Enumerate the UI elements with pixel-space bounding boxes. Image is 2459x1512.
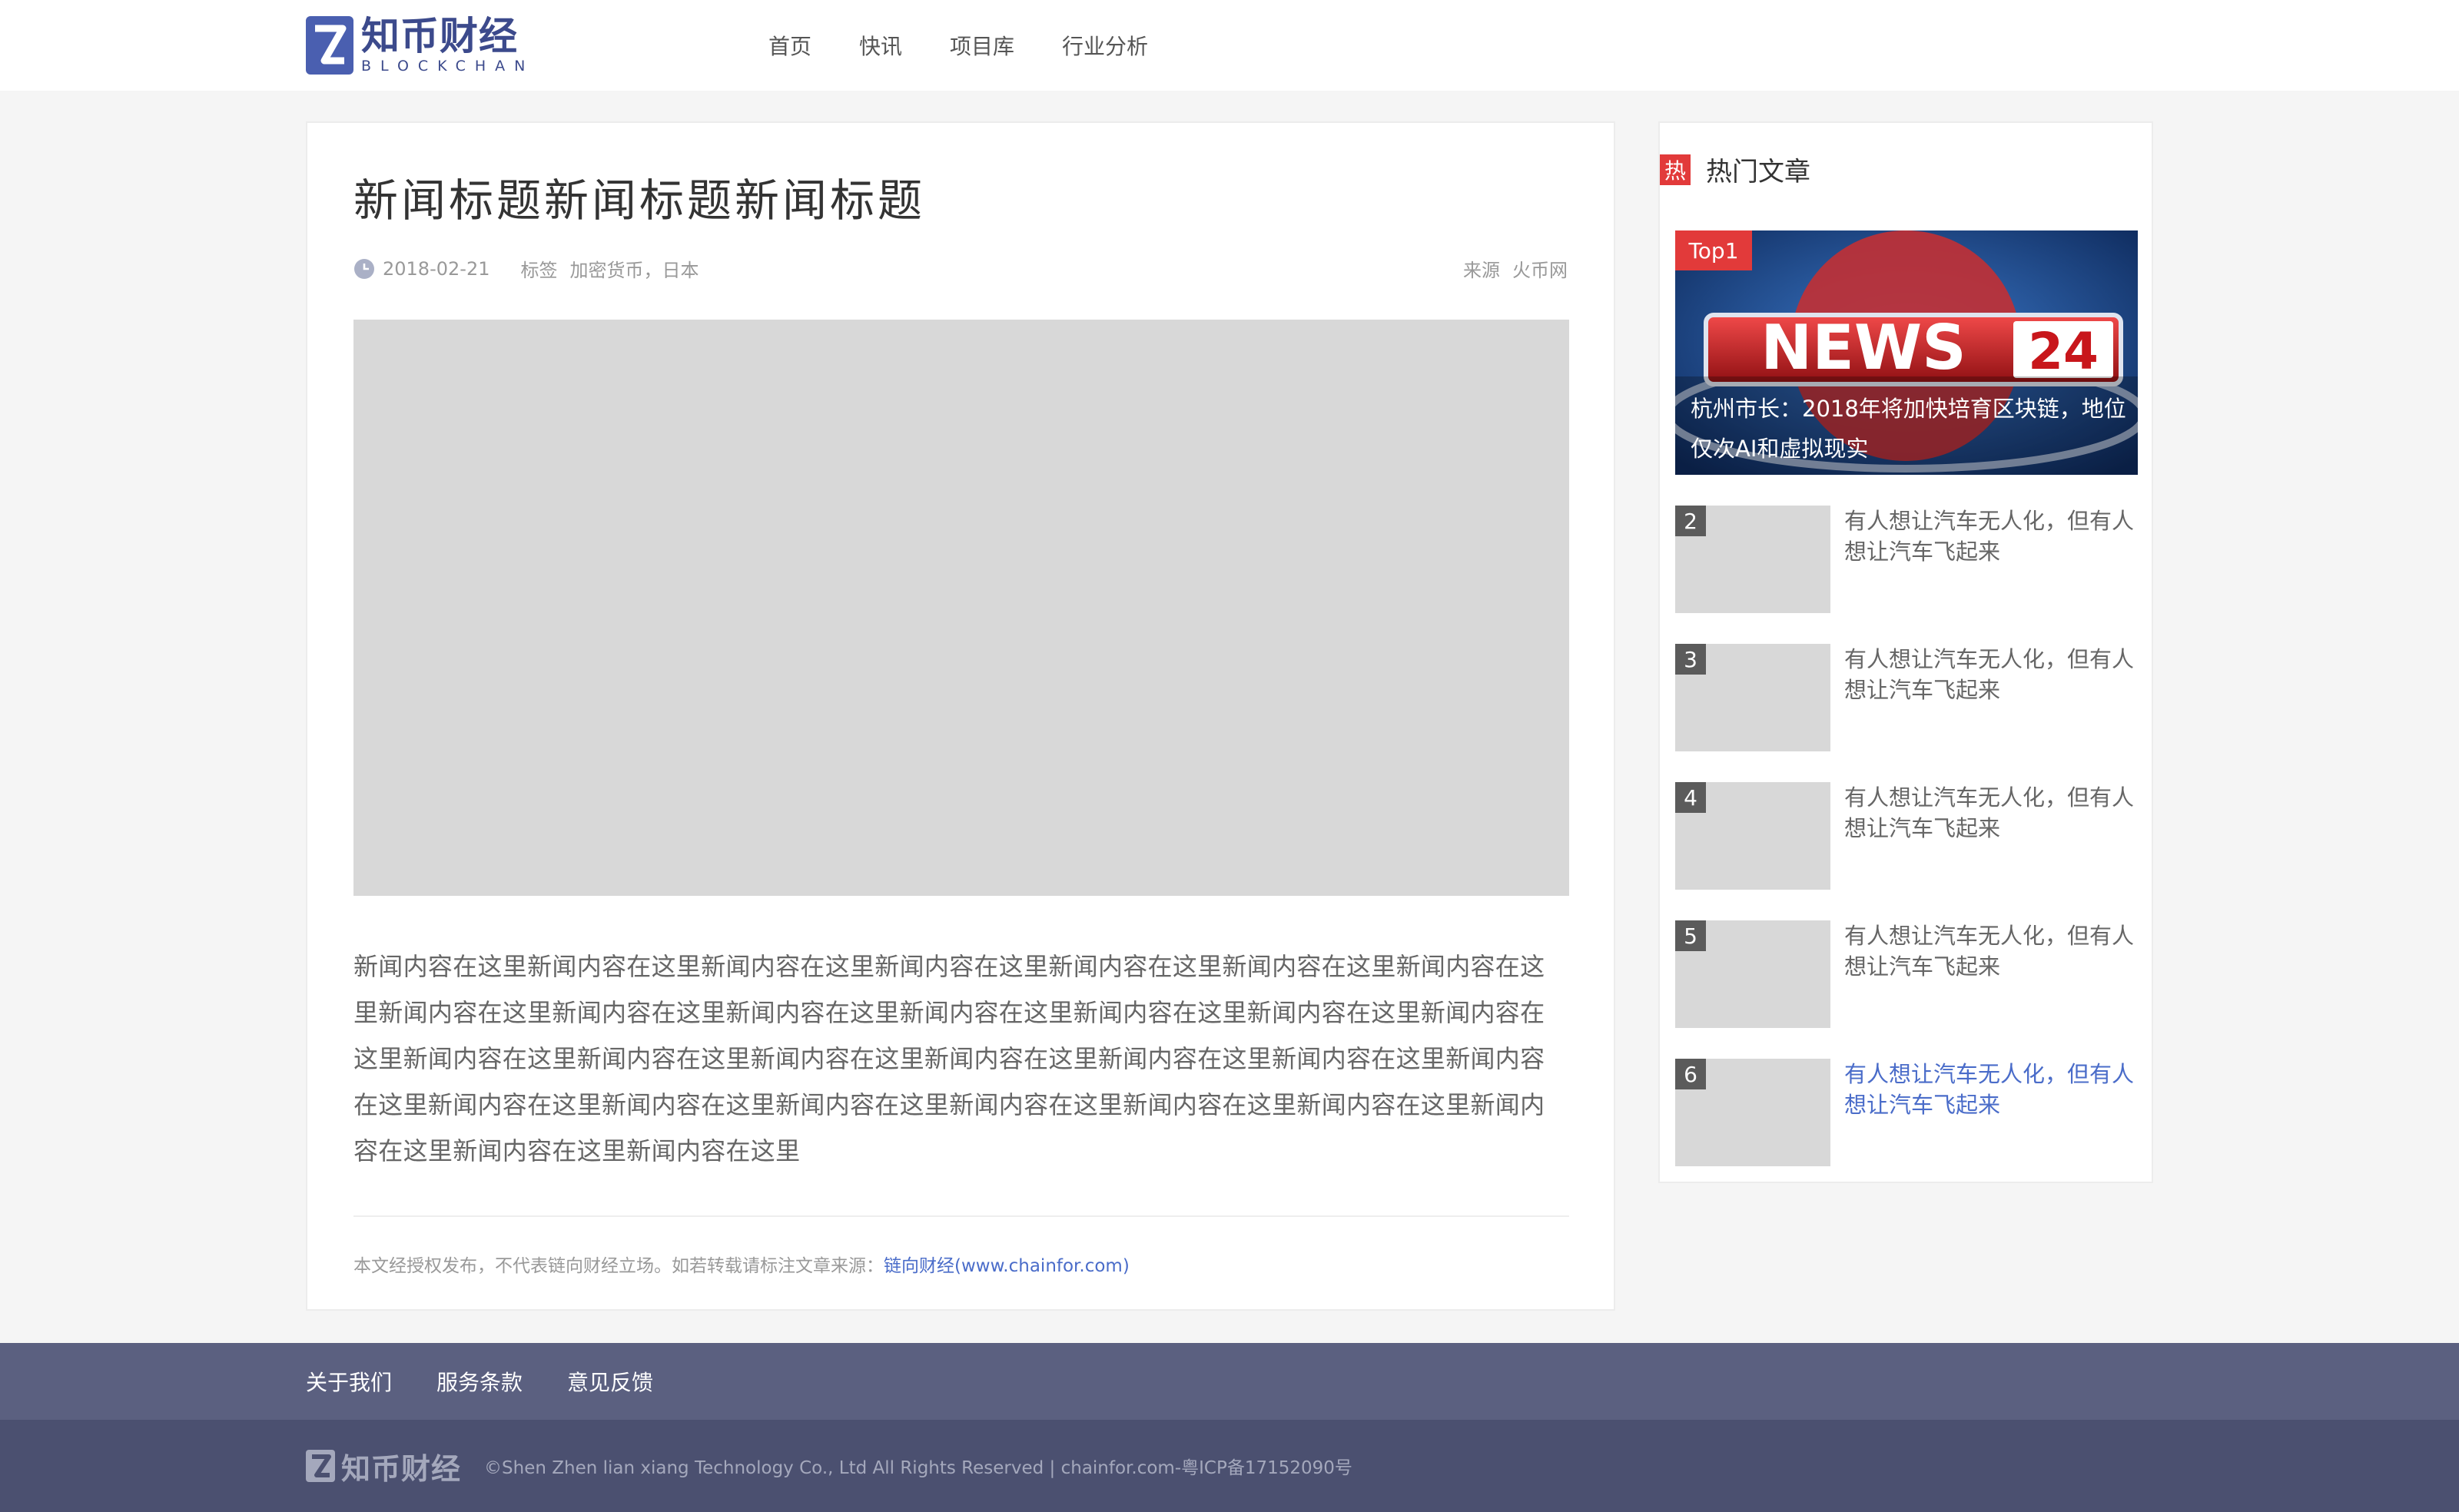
top1-badge: Top1 (1675, 230, 1752, 270)
source-label: 来源 (1463, 260, 1500, 281)
footer-feedback[interactable]: 意见反馈 (567, 1366, 653, 1397)
article-source: 来源 火币网 (1463, 255, 1568, 282)
article-divider (353, 1215, 1569, 1217)
footer-copyright-bar: 知币财经 ©Shen Zhen lian xiang Technology Co… (0, 1420, 2459, 1512)
list-item[interactable]: 2 有人想让汽车无人化，但有人想让汽车飞起来 (1675, 506, 2138, 613)
source-name: 火币网 (1512, 260, 1568, 281)
top1-caption: 杭州市长：2018年将加快培育区块链，地位仅次AI和虚拟现实 (1691, 396, 2126, 462)
sidebar-title: 热门文章 (1706, 157, 1810, 187)
nav-projects[interactable]: 项目库 (950, 30, 1014, 61)
footer-about[interactable]: 关于我们 (306, 1366, 392, 1397)
rank-title[interactable]: 有人想让汽车无人化，但有人想让汽车飞起来 (1844, 506, 2138, 567)
nav-analysis[interactable]: 行业分析 (1062, 30, 1148, 61)
rank-number: 3 (1675, 644, 1706, 675)
article-image-placeholder (353, 320, 1569, 896)
rank-number: 6 (1675, 1059, 1706, 1089)
article-body: 新闻内容在这里新闻内容在这里新闻内容在这里新闻内容在这里新闻内容在这里新闻内容在… (353, 952, 1545, 1166)
site-logo[interactable]: 知币财经 BLOCKCHAN (306, 15, 534, 75)
article-title: 新闻标题新闻标题新闻标题 (353, 174, 926, 227)
list-item[interactable]: 3 有人想让汽车无人化，但有人想让汽车飞起来 (1675, 644, 2138, 751)
rank-number: 4 (1675, 782, 1706, 813)
top1-article[interactable]: NEWS 24 Top1 杭州市长：2018年将加快培育区块链，地位仅次AI和虚… (1675, 230, 2138, 475)
footer-links-bar: 关于我们 服务条款 意见反馈 (0, 1343, 2459, 1420)
main-nav: 首页 快讯 项目库 行业分析 (768, 0, 1196, 91)
sidebar-header: 热 热门文章 (1660, 151, 1810, 188)
site-header: 知币财经 BLOCKCHAN 首页 快讯 项目库 行业分析 (0, 0, 2459, 91)
rank-title[interactable]: 有人想让汽车无人化，但有人想让汽车飞起来 (1844, 1059, 2138, 1120)
rank-title[interactable]: 有人想让汽车无人化，但有人想让汽车飞起来 (1844, 782, 2138, 844)
copyright-note: 本文经授权发布，不代表链向财经立场。如若转载请标注文章来源：链向财经(www.c… (353, 1251, 1130, 1277)
tag-label: 标签 (520, 260, 558, 281)
clock-icon (354, 258, 374, 279)
footer-logo-b-icon (306, 1450, 335, 1482)
article-card: 新闻标题新闻标题新闻标题 2018-02-21 标签 加密货币，日本 来源 火币… (306, 121, 1615, 1311)
article-tags[interactable]: 加密货币，日本 (569, 255, 699, 282)
footer-logo-text: 知币财经 (341, 1451, 462, 1486)
rank-number: 2 (1675, 506, 1706, 536)
rank-title[interactable]: 有人想让汽车无人化，但有人想让汽车飞起来 (1844, 644, 2138, 705)
hot-articles-sidebar: 热 热门文章 NEWS 24 Top1 杭州市长：2018年将加快培育区块链，地… (1658, 121, 2153, 1183)
article-date: 2018-02-21 (383, 257, 490, 280)
hot-article-list: 2 有人想让汽车无人化，但有人想让汽车飞起来 3 有人想让汽车无人化，但有人想让… (1675, 506, 2138, 1197)
logo-en: BLOCKCHAN (361, 58, 535, 75)
list-item[interactable]: 5 有人想让汽车无人化，但有人想让汽车飞起来 (1675, 920, 2138, 1028)
copyright-note-text: 本文经授权发布，不代表链向财经立场。如若转载请标注文章来源： (353, 1256, 884, 1276)
nav-home[interactable]: 首页 (768, 30, 811, 61)
footer-terms[interactable]: 服务条款 (436, 1366, 523, 1397)
footer-copyright: ©Shen Zhen lian xiang Technology Co., Lt… (484, 1458, 1352, 1478)
news-number: 24 (2028, 322, 2099, 381)
rank-number: 5 (1675, 920, 1706, 951)
article-meta: 2018-02-21 标签 加密货币，日本 (353, 255, 699, 282)
logo-cn: 知币财经 (361, 14, 518, 58)
list-item[interactable]: 6 有人想让汽车无人化，但有人想让汽车飞起来 (1675, 1059, 2138, 1166)
list-item[interactable]: 4 有人想让汽车无人化，但有人想让汽车飞起来 (1675, 782, 2138, 890)
nav-flash[interactable]: 快讯 (859, 30, 902, 61)
hot-badge: 热 (1660, 154, 1691, 185)
logo-text: 知币财经 BLOCKCHAN (361, 16, 534, 75)
logo-b-icon (306, 16, 353, 75)
news-text: NEWS (1760, 312, 1966, 383)
source-link[interactable]: 链向财经(www.chainfor.com) (884, 1256, 1130, 1276)
rank-title[interactable]: 有人想让汽车无人化，但有人想让汽车飞起来 (1844, 920, 2138, 982)
footer-logo: 知币财经 (306, 1445, 461, 1487)
